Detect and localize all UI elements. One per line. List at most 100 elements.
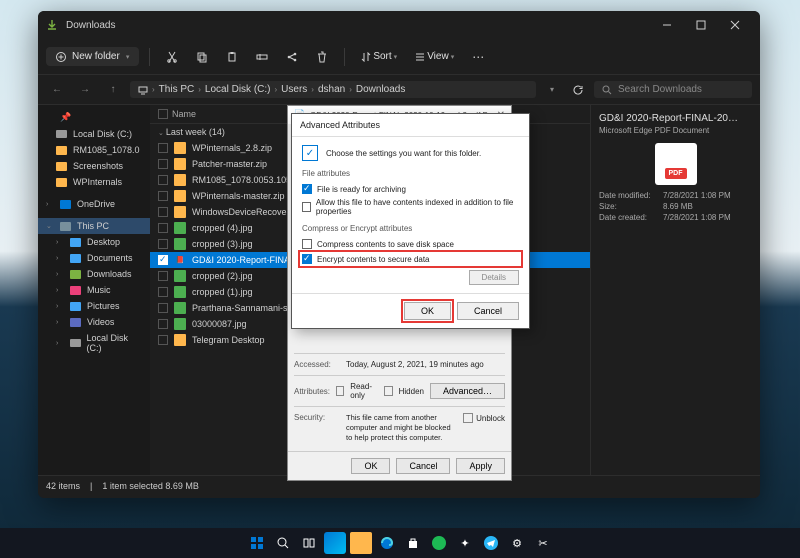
sidebar-item-videos[interactable]: ›Videos (38, 314, 150, 330)
file-name: Patcher-master.zip (192, 159, 267, 169)
spotify-taskbar-icon[interactable] (428, 532, 450, 554)
search-button[interactable] (272, 532, 294, 554)
file-checkbox[interactable] (158, 255, 168, 265)
file-checkbox[interactable] (158, 207, 168, 217)
up-button[interactable]: ↑ (102, 79, 124, 101)
allow-index-checkbox[interactable] (302, 202, 311, 212)
ready-archiving-row[interactable]: File is ready for archiving (302, 182, 519, 196)
store-taskbar-icon[interactable] (402, 532, 424, 554)
adv-ok-button[interactable]: OK (404, 302, 451, 320)
telegram-taskbar-icon[interactable] (480, 532, 502, 554)
details-pane: GD&I 2020-Report-FINAL-20… Microsoft Edg… (590, 105, 760, 475)
rename-button[interactable] (250, 45, 274, 69)
sidebar-item-onedrive[interactable]: ›OneDrive (38, 196, 150, 212)
search-input[interactable]: Search Downloads (594, 81, 752, 98)
encrypt-checkbox[interactable] (302, 254, 312, 264)
path-segment[interactable]: Downloads (356, 84, 405, 95)
hidden-checkbox[interactable] (384, 386, 392, 396)
copy-button[interactable] (190, 45, 214, 69)
compress-encrypt-label: Compress or Encrypt attributes (302, 224, 519, 233)
props-ok-button[interactable]: OK (351, 458, 390, 474)
dropdown-button[interactable]: ▾ (542, 80, 562, 100)
close-button[interactable] (718, 11, 752, 39)
sidebar-item-rm1085[interactable]: RM1085_1078.0 (38, 142, 150, 158)
file-checkbox[interactable] (158, 239, 168, 249)
settings-taskbar-icon[interactable]: ⚙ (506, 532, 528, 554)
unblock-checkbox[interactable] (463, 413, 473, 423)
folder-icon (174, 174, 186, 186)
file-name: cropped (1).jpg (192, 287, 253, 297)
minimize-button[interactable] (650, 11, 684, 39)
adv-title[interactable]: Advanced Attributes (292, 114, 529, 137)
readonly-checkbox[interactable] (336, 386, 344, 396)
sidebar-item-local-disk-c[interactable]: ›Local Disk (C:) (38, 330, 150, 356)
paste-button[interactable] (220, 45, 244, 69)
taskview-button[interactable] (298, 532, 320, 554)
address-bar[interactable]: › This PC› Local Disk (C:)› Users› dshan… (130, 81, 536, 98)
details-file-title: GD&I 2020-Report-FINAL-20… (599, 113, 752, 124)
compress-row[interactable]: Compress contents to save disk space (302, 237, 519, 251)
file-checkbox[interactable] (158, 223, 168, 233)
file-checkbox[interactable] (158, 175, 168, 185)
delete-button[interactable] (310, 45, 334, 69)
file-checkbox[interactable] (158, 271, 168, 281)
file-attributes-label: File attributes (302, 169, 519, 178)
maximize-button[interactable] (684, 11, 718, 39)
new-folder-button[interactable]: New folder ▾ (46, 47, 139, 66)
sidebar-item-documents[interactable]: ›Documents (38, 250, 150, 266)
ready-archiving-checkbox[interactable] (302, 184, 312, 194)
file-name: Telegram Desktop (192, 335, 265, 345)
view-button[interactable]: View ▾ (409, 49, 460, 64)
sidebar-item-screenshots[interactable]: Screenshots (38, 158, 150, 174)
pin-icon: 📌 (60, 112, 71, 123)
back-button[interactable]: ← (46, 79, 68, 101)
sidebar-item-thispc[interactable]: ⌄This PC (38, 218, 150, 234)
sidebar-item-desktop[interactable]: ›Desktop (38, 234, 150, 250)
sidebar-item-local-disk[interactable]: Local Disk (C:) (38, 126, 150, 142)
taskbar[interactable]: ✦ ⚙ ✂ (0, 528, 800, 558)
encrypt-row[interactable]: Encrypt contents to secure data (300, 252, 521, 266)
file-name: cropped (2).jpg (192, 271, 253, 281)
edge-taskbar-icon[interactable] (376, 532, 398, 554)
sort-button[interactable]: Sort ▾ (355, 49, 403, 64)
forward-button[interactable]: → (74, 79, 96, 101)
zip-icon (174, 158, 186, 170)
allow-index-row[interactable]: Allow this file to have contents indexed… (302, 196, 519, 218)
path-segment[interactable]: Local Disk (C:) (205, 84, 271, 95)
titlebar[interactable]: Downloads (38, 11, 760, 39)
sidebar-item-pictures[interactable]: ›Pictures (38, 298, 150, 314)
adv-banner-text: Choose the settings you want for this fo… (326, 149, 481, 158)
slack-taskbar-icon[interactable]: ✦ (454, 532, 476, 554)
cut-button[interactable] (160, 45, 184, 69)
file-checkbox[interactable] (158, 159, 168, 169)
file-checkbox[interactable] (158, 303, 168, 313)
file-checkbox[interactable] (158, 191, 168, 201)
props-apply-button[interactable]: Apply (456, 458, 505, 474)
pdf-icon: 📕 (174, 254, 186, 266)
explorer-taskbar-icon[interactable] (350, 532, 372, 554)
file-checkbox[interactable] (158, 319, 168, 329)
details-button[interactable]: Details (469, 270, 519, 285)
zip-icon (174, 142, 186, 154)
advanced-button[interactable]: Advanced… (430, 383, 505, 399)
compress-checkbox[interactable] (302, 239, 312, 249)
snip-taskbar-icon[interactable]: ✂ (532, 532, 554, 554)
widgets-button[interactable] (324, 532, 346, 554)
sidebar[interactable]: 📌 Local Disk (C:) RM1085_1078.0 Screensh… (38, 105, 150, 475)
path-segment[interactable]: Users (281, 84, 307, 95)
more-button[interactable]: ⋯ (466, 45, 490, 69)
share-button[interactable] (280, 45, 304, 69)
select-all-checkbox[interactable] (158, 109, 168, 119)
path-segment[interactable]: dshan (318, 84, 345, 95)
props-cancel-button[interactable]: Cancel (396, 458, 450, 474)
sidebar-item-wpinternals[interactable]: WPInternals (38, 174, 150, 190)
file-checkbox[interactable] (158, 143, 168, 153)
adv-cancel-button[interactable]: Cancel (457, 302, 519, 320)
refresh-button[interactable] (568, 80, 588, 100)
sidebar-item-downloads[interactable]: ›Downloads (38, 266, 150, 282)
file-checkbox[interactable] (158, 287, 168, 297)
path-segment[interactable]: This PC (159, 84, 195, 95)
file-checkbox[interactable] (158, 335, 168, 345)
start-button[interactable] (246, 532, 268, 554)
sidebar-item-music[interactable]: ›Music (38, 282, 150, 298)
